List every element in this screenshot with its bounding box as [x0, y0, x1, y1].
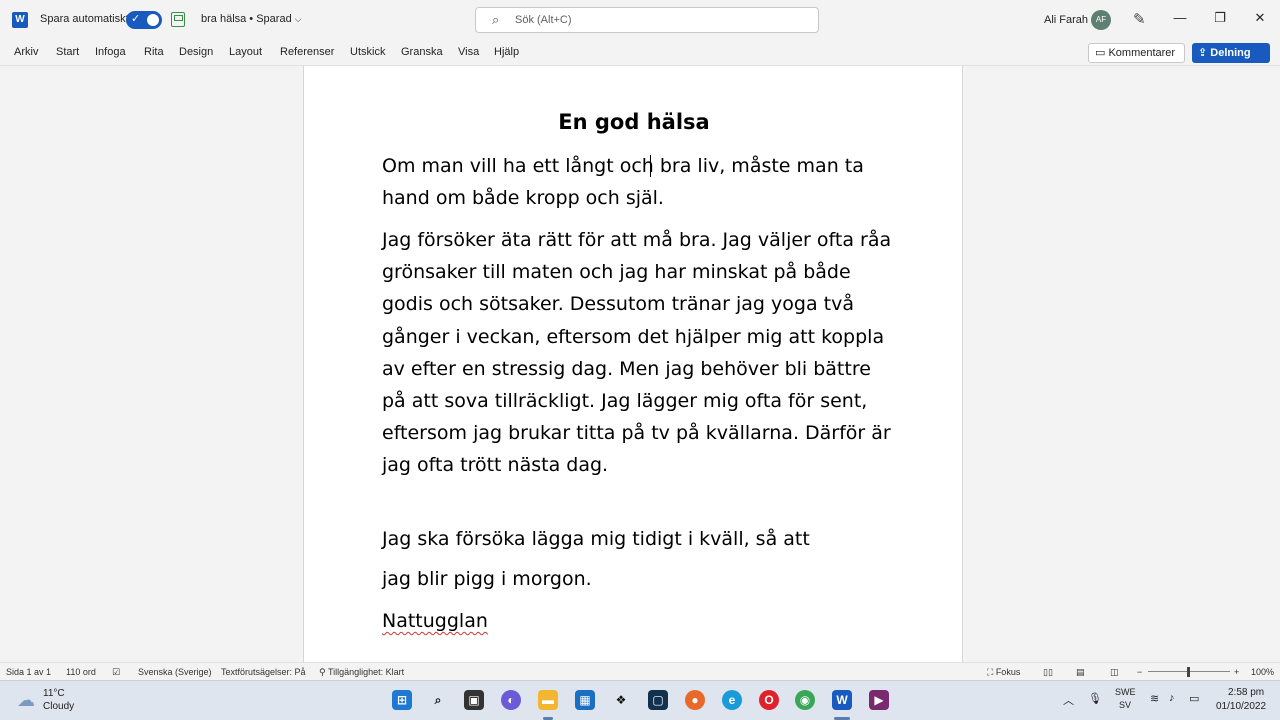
user-name[interactable]: Ali Farah [1044, 14, 1088, 26]
clock-date[interactable]: 01/10/2022 [1216, 701, 1266, 712]
media-app-icon[interactable]: ▶ [869, 690, 889, 710]
signature-line[interactable]: Nattugglan [382, 605, 892, 637]
tab-layout[interactable]: Layout [229, 46, 262, 58]
tab-granska[interactable]: Granska [401, 46, 443, 58]
focus-button[interactable]: ⛶ Fokus [987, 667, 1020, 678]
document-heading[interactable]: En god hälsa [304, 110, 964, 134]
paragraph-4[interactable]: jag blir pigg i morgon. [382, 563, 892, 595]
search-input[interactable]: ⌕ Sök (Alt+C) [475, 7, 819, 33]
comments-button[interactable]: ▭ Kommentarer [1088, 43, 1185, 63]
share-button[interactable]: ⇪ Delning [1192, 43, 1270, 63]
teams-chat-icon[interactable]: ◐ [501, 690, 521, 710]
word-count[interactable]: 110 ord [66, 667, 96, 677]
cloud-icon[interactable]: ☁ [17, 690, 35, 711]
restore-button[interactable]: ❐ [1210, 10, 1230, 26]
file-explorer-icon[interactable]: ▬ [538, 690, 558, 710]
save-icon[interactable] [171, 12, 185, 27]
status-bar: Sida 1 av 1 110 ord ☑ Svenska (Sverige) … [0, 662, 1280, 680]
chevron-up-icon[interactable]: ︿ [1063, 692, 1074, 708]
tab-rita[interactable]: Rita [144, 46, 164, 58]
zoom-level[interactable]: 100% [1251, 667, 1274, 677]
check-icon: ✓ [131, 13, 141, 25]
weather-description[interactable]: Cloudy [43, 701, 74, 712]
accessibility-status[interactable]: ⚲ Tillgänglighet: Klart [319, 667, 404, 678]
document-title[interactable]: bra hälsa • Sparad ⌵ [201, 13, 302, 25]
web-layout-icon[interactable]: ◫ [1110, 667, 1119, 678]
dropbox-icon[interactable]: ❖ [611, 690, 631, 710]
zoom-slider-thumb[interactable] [1187, 667, 1190, 677]
word-app-icon: W [12, 12, 28, 28]
proofing-icon[interactable]: ☑ [112, 667, 120, 678]
store-icon[interactable]: ▦ [575, 690, 595, 710]
zoom-in-button[interactable]: + [1234, 667, 1239, 677]
paragraph-3[interactable]: Jag ska försöka lägga mig tidigt i kväll… [382, 523, 892, 555]
search-icon: ⌕ [492, 12, 500, 27]
pen-icon[interactable]: ✎ [1133, 10, 1146, 28]
focus-icon: ⛶ [987, 667, 996, 677]
document-canvas: En god hälsa Om man vill ha ett långt oc… [0, 66, 1280, 662]
avatar[interactable]: AF [1091, 10, 1111, 30]
search-placeholder: Sök (Alt+C) [515, 14, 572, 26]
tab-start[interactable]: Start [56, 46, 79, 58]
word-taskbar-icon[interactable]: W [832, 690, 852, 710]
search-icon[interactable]: ⌕ [428, 690, 448, 710]
comment-icon: ▭ [1095, 47, 1109, 59]
keyboard-layout[interactable]: SV [1119, 700, 1131, 710]
edge-icon[interactable]: e [722, 690, 742, 710]
tab-arkiv[interactable]: Arkiv [14, 46, 38, 58]
text-predictions-status[interactable]: Textförutsägelser: På [221, 667, 306, 677]
toggle-knob [147, 14, 159, 26]
paragraph-1[interactable]: Om man vill ha ett långt och bra liv, må… [382, 150, 892, 214]
task-view-icon[interactable]: ▣ [464, 690, 484, 710]
firefox-icon[interactable]: ● [685, 690, 705, 710]
wifi-icon[interactable]: ≋ [1150, 692, 1159, 705]
share-icon: ⇪ [1198, 47, 1211, 59]
accessibility-icon: ⚲ [319, 667, 328, 677]
taskbar: ☁ 11°C Cloudy ⊞ ⌕ ▣ ◐ ▬ ▦ ❖ ▢ ● e O ◉ W … [0, 680, 1280, 720]
clock-time[interactable]: 2:58 pm [1228, 687, 1264, 698]
autosave-toggle[interactable]: ✓ [126, 11, 162, 29]
windows-start-icon[interactable]: ⊞ [392, 690, 412, 710]
opera-icon[interactable]: O [759, 690, 779, 710]
language-status[interactable]: Svenska (Sverige) [138, 667, 212, 677]
read-mode-icon[interactable]: ▯▯ [1043, 667, 1053, 678]
volume-icon[interactable]: ♪ [1169, 692, 1175, 704]
zoom-out-button[interactable]: − [1137, 667, 1142, 677]
tab-referenser[interactable]: Referenser [280, 46, 334, 58]
title-bar: W Spara automatiskt ✓ bra hälsa • Sparad… [0, 0, 1280, 40]
tab-infoga[interactable]: Infoga [95, 46, 126, 58]
text-cursor [650, 155, 651, 177]
chrome-icon[interactable]: ◉ [795, 690, 815, 710]
page-count[interactable]: Sida 1 av 1 [6, 667, 51, 677]
close-button[interactable]: ✕ [1250, 10, 1270, 26]
input-language[interactable]: SWE [1115, 687, 1136, 697]
print-layout-icon[interactable]: ▤ [1076, 667, 1085, 678]
terminal-icon[interactable]: ▢ [648, 690, 668, 710]
tab-hjalp[interactable]: Hjälp [494, 46, 519, 58]
battery-icon[interactable]: ▭ [1189, 692, 1199, 705]
paragraph-2[interactable]: Jag försöker äta rätt för att må bra. Ja… [382, 224, 892, 482]
ribbon-tabs: Arkiv Start Infoga Rita Design Layout Re… [0, 40, 1280, 66]
minimize-button[interactable]: — [1170, 10, 1190, 25]
document-page[interactable]: En god hälsa Om man vill ha ett långt oc… [303, 66, 963, 662]
tab-utskick[interactable]: Utskick [350, 46, 385, 58]
weather-temperature[interactable]: 11°C [43, 688, 65, 699]
microphone-icon[interactable]: 🎙 [1088, 692, 1102, 705]
tab-visa[interactable]: Visa [458, 46, 479, 58]
tab-design[interactable]: Design [179, 46, 213, 58]
chevron-down-icon: ⌵ [294, 14, 302, 24]
autosave-label: Spara automatiskt [40, 13, 129, 25]
